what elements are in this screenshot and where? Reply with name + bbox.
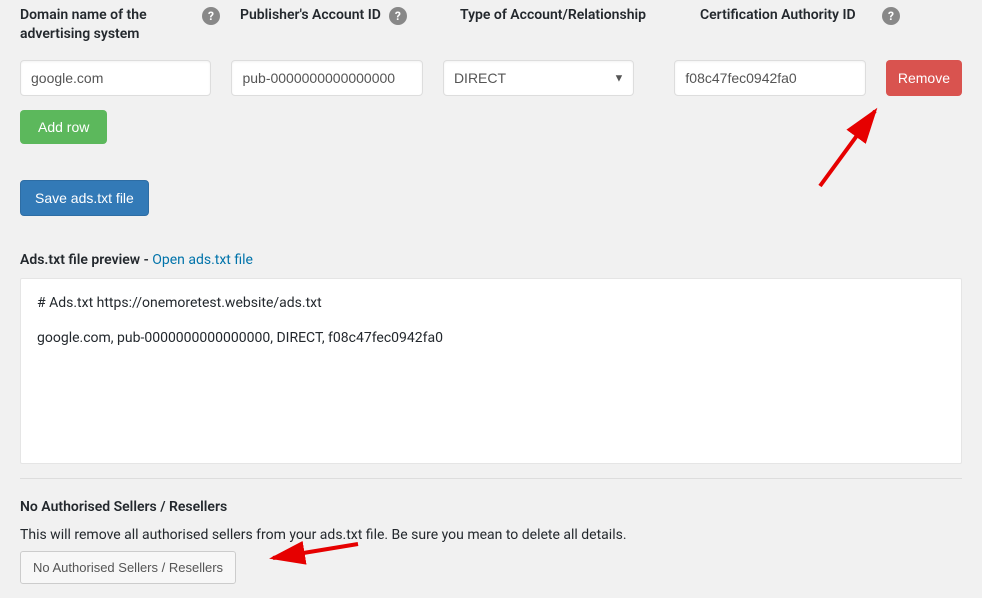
divider: [20, 478, 962, 479]
add-row-button[interactable]: Add row: [20, 110, 107, 144]
noauth-description: This will remove all authorised sellers …: [20, 527, 962, 543]
preview-box: # Ads.txt https://onemoretest.website/ad…: [20, 278, 962, 464]
cert-input[interactable]: [674, 60, 865, 96]
publisher-label: Publisher's Account ID ?: [240, 6, 440, 48]
type-select[interactable]: DIRECT: [443, 60, 634, 96]
domain-label: Domain name of the advertising system ?: [20, 6, 220, 48]
noauth-heading: No Authorised Sellers / Resellers: [20, 499, 962, 515]
domain-input[interactable]: [20, 60, 211, 96]
no-auth-button[interactable]: No Authorised Sellers / Resellers: [20, 551, 236, 584]
preview-line: # Ads.txt https://onemoretest.website/ad…: [37, 293, 945, 314]
help-icon[interactable]: ?: [882, 7, 900, 25]
publisher-input[interactable]: [231, 60, 422, 96]
help-icon[interactable]: ?: [202, 7, 220, 25]
type-label: Type of Account/Relationship: [460, 6, 660, 48]
help-icon[interactable]: ?: [389, 7, 407, 25]
cert-label: Certification Authority ID ?: [700, 6, 900, 48]
save-button[interactable]: Save ads.txt file: [20, 180, 149, 216]
remove-button[interactable]: Remove: [886, 60, 962, 96]
preview-line: google.com, pub-0000000000000000, DIRECT…: [37, 328, 945, 349]
open-ads-link[interactable]: Open ads.txt file: [152, 252, 253, 268]
preview-heading: Ads.txt file preview - Open ads.txt file: [20, 252, 962, 268]
